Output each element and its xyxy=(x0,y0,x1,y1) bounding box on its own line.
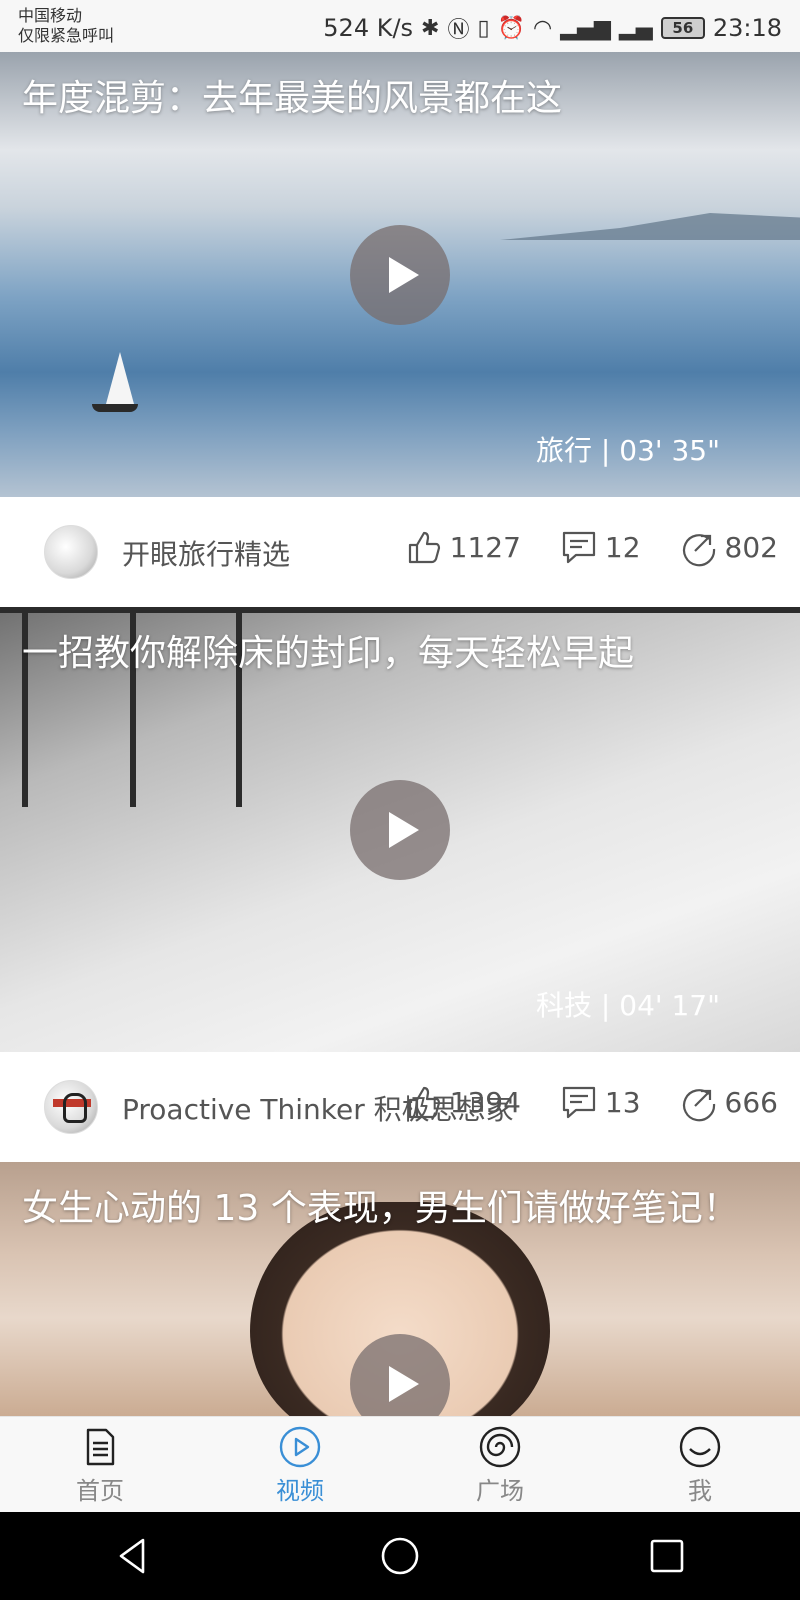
comment-count: 12 xyxy=(604,530,641,564)
thumbnail-sailboat xyxy=(92,352,138,412)
video-stats: 1127 12 802 xyxy=(366,527,778,567)
tab-video[interactable]: 视频 xyxy=(200,1417,400,1512)
video-card[interactable]: 年度混剪：去年最美的风景都在这 旅行 | 03' 35" 开眼旅行精选 1127… xyxy=(0,52,800,607)
share-icon xyxy=(682,1089,715,1122)
play-icon xyxy=(389,257,419,293)
wifi-icon: ◠ xyxy=(533,15,553,41)
video-duration: 04' 17" xyxy=(619,989,720,1022)
play-icon xyxy=(389,812,419,848)
home-icon[interactable] xyxy=(378,1534,422,1578)
video-meta: 科技 | 04' 17" xyxy=(536,984,720,1024)
thumbs-up-icon xyxy=(408,531,440,564)
tab-label: 视频 xyxy=(276,1477,324,1505)
play-button[interactable] xyxy=(350,780,450,880)
clock: 23:18 xyxy=(712,14,782,42)
comment-icon xyxy=(562,1086,596,1119)
video-card[interactable]: 一招教你解除床的封印，每天轻松早起 科技 | 04' 17" Proactive… xyxy=(0,607,800,1162)
carrier-name: 中国移动 xyxy=(18,6,83,25)
bluetooth-icon: ✱ xyxy=(421,15,440,41)
video-thumbnail[interactable]: 一招教你解除床的封印，每天轻松早起 科技 | 04' 17" xyxy=(0,607,800,1052)
tab-label: 我 xyxy=(688,1477,712,1505)
comment-button[interactable]: 12 xyxy=(559,527,641,567)
author-avatar[interactable] xyxy=(44,525,98,579)
comment-button[interactable]: 13 xyxy=(559,1082,641,1122)
swirl-icon xyxy=(479,1426,521,1468)
alarm-icon: ⏰ xyxy=(497,15,526,41)
signal-icon: ▂▄ xyxy=(618,15,653,41)
video-card[interactable]: 女生心动的 13 个表现，男生们请做好笔记！ xyxy=(0,1162,800,1416)
video-feed[interactable]: 年度混剪：去年最美的风景都在这 旅行 | 03' 35" 开眼旅行精选 1127… xyxy=(0,52,800,1416)
tab-home[interactable]: 首页 xyxy=(0,1417,200,1512)
battery-icon: 56 xyxy=(660,17,705,39)
bottom-tab-bar: 首页 视频 广场 我 xyxy=(0,1416,800,1512)
signal-4g-icon: ▂▄▆ xyxy=(560,15,611,41)
meta-separator: | xyxy=(600,989,611,1022)
share-button[interactable]: 802 xyxy=(679,527,778,567)
tab-label: 广场 xyxy=(476,1477,524,1505)
video-title: 年度混剪：去年最美的风景都在这 xyxy=(22,78,563,119)
author-name[interactable]: 开眼旅行精选 xyxy=(122,533,290,573)
video-title: 一招教你解除床的封印，每天轻松早起 xyxy=(22,633,635,674)
status-icons: 524 K/s ✱ Ⓝ ▯ ⏰ ◠ ▂▄▆ ▂▄ 56 23:18 xyxy=(323,12,782,44)
vibrate-icon: ▯ xyxy=(477,15,490,41)
video-title: 女生心动的 13 个表现，男生们请做好笔记！ xyxy=(22,1188,739,1229)
share-count: 666 xyxy=(724,1085,778,1119)
comment-icon xyxy=(562,531,596,564)
back-icon[interactable] xyxy=(111,1534,155,1578)
carrier-info: 中国移动 仅限紧急呼叫 xyxy=(18,6,114,46)
comment-count: 13 xyxy=(604,1085,641,1119)
author-avatar[interactable] xyxy=(44,1080,98,1134)
tab-square[interactable]: 广场 xyxy=(400,1417,600,1512)
like-button[interactable]: 1127 xyxy=(404,527,521,567)
meta-separator: | xyxy=(600,434,611,467)
play-button[interactable] xyxy=(350,225,450,325)
network-speed: 524 K/s xyxy=(323,14,414,42)
system-navigation-bar xyxy=(0,1512,800,1600)
video-info-bar: Proactive Thinker 积极思想家 1394 13 666 xyxy=(0,1052,800,1162)
like-count: 1394 xyxy=(449,1085,521,1119)
play-icon xyxy=(389,1366,419,1402)
document-icon xyxy=(86,1428,115,1466)
video-thumbnail[interactable]: 女生心动的 13 个表现，男生们请做好笔记！ xyxy=(0,1162,800,1416)
smile-icon xyxy=(679,1426,721,1468)
video-stats: 1394 13 666 xyxy=(366,1082,778,1122)
emergency-only: 仅限紧急呼叫 xyxy=(18,26,115,45)
like-button[interactable]: 1394 xyxy=(404,1082,521,1122)
video-thumbnail[interactable]: 年度混剪：去年最美的风景都在这 旅行 | 03' 35" xyxy=(0,52,800,497)
nfc-icon: Ⓝ xyxy=(447,18,470,43)
video-duration: 03' 35" xyxy=(619,434,720,467)
tab-label: 首页 xyxy=(76,1477,124,1505)
like-count: 1127 xyxy=(449,530,521,564)
video-info-bar: 开眼旅行精选 1127 12 802 xyxy=(0,497,800,607)
share-button[interactable]: 666 xyxy=(679,1082,778,1122)
thumbs-up-icon xyxy=(408,1086,440,1119)
recents-icon[interactable] xyxy=(645,1534,689,1578)
video-category: 旅行 xyxy=(536,434,593,467)
share-count: 802 xyxy=(724,530,778,564)
video-meta: 旅行 | 03' 35" xyxy=(536,429,720,469)
play-circle-icon xyxy=(279,1426,321,1468)
share-icon xyxy=(682,534,715,567)
thumbnail-scenery xyxy=(500,213,800,240)
tab-me[interactable]: 我 xyxy=(600,1417,800,1512)
status-bar: 中国移动 仅限紧急呼叫 524 K/s ✱ Ⓝ ▯ ⏰ ◠ ▂▄▆ ▂▄ 56 … xyxy=(0,0,800,52)
video-category: 科技 xyxy=(536,989,593,1022)
